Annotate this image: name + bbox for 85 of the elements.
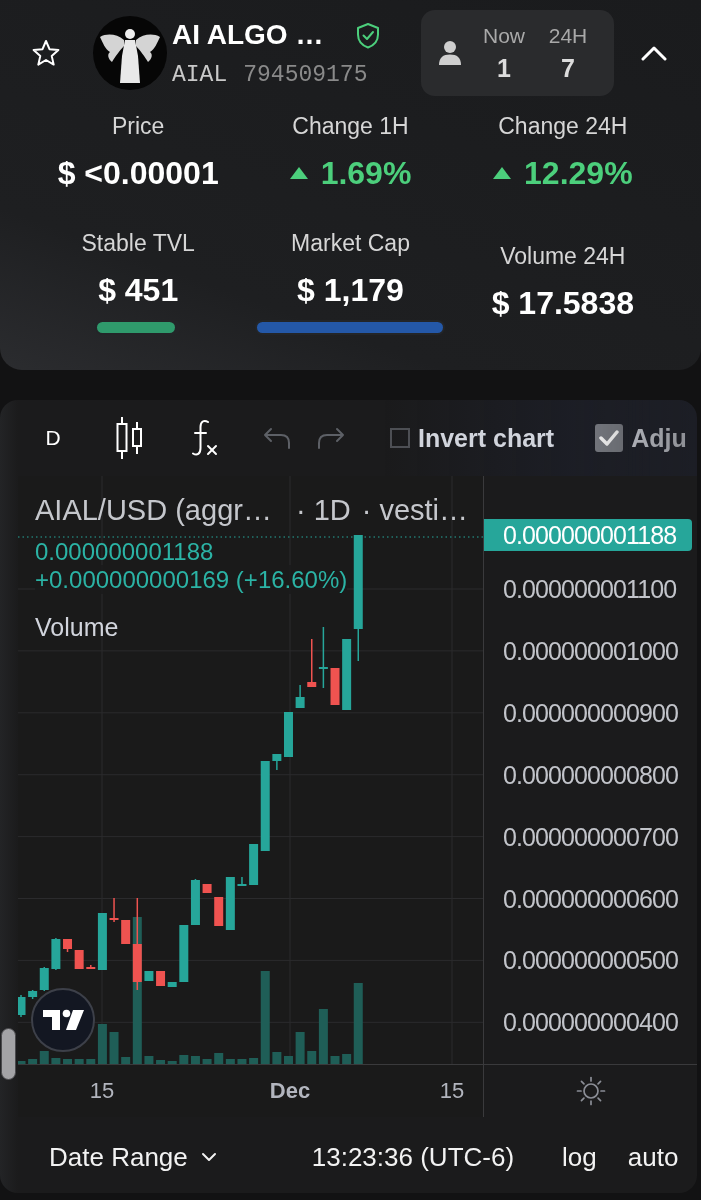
candle bbox=[109, 897, 119, 923]
symbol-label[interactable]: AIAL/USD (aggr… bbox=[35, 495, 272, 525]
time-axis-label: 15 bbox=[439, 1077, 465, 1105]
volume-bar bbox=[51, 1058, 61, 1064]
legend-change: +0.000000000169 (+16.60%) bbox=[35, 565, 348, 594]
candle bbox=[190, 878, 200, 926]
last-price-label: 0.000000001188 bbox=[484, 519, 692, 551]
candle bbox=[237, 876, 247, 887]
candle bbox=[51, 937, 61, 971]
star-icon[interactable] bbox=[32, 39, 60, 67]
chevron-up-icon[interactable] bbox=[641, 45, 667, 61]
volume-bar bbox=[272, 1052, 282, 1064]
candle bbox=[18, 994, 26, 1018]
study-label[interactable]: Volume bbox=[35, 613, 119, 642]
volume-bar bbox=[74, 1059, 84, 1064]
price-axis-label: 0.000000000700 bbox=[503, 821, 679, 852]
period-label: Now bbox=[483, 23, 525, 49]
checkbox[interactable] bbox=[390, 428, 410, 448]
stat-label: Price bbox=[111, 112, 165, 140]
price-axis-label: 0.000000000500 bbox=[503, 945, 679, 976]
price-axis-label: 0.000000001100 bbox=[503, 574, 677, 604]
source-label: · vesti… bbox=[361, 495, 469, 525]
legend-price: 0.000000001188 bbox=[35, 538, 214, 565]
time-axis-label: 15 bbox=[89, 1077, 115, 1105]
candle bbox=[179, 924, 189, 983]
token-symbol: AIAL bbox=[172, 61, 228, 89]
candle bbox=[74, 949, 84, 970]
period-label: 24H bbox=[548, 23, 588, 49]
chevron-down-icon bbox=[200, 1151, 217, 1162]
holder-count: 1 bbox=[497, 53, 511, 83]
volume-bar bbox=[284, 1056, 293, 1064]
candle bbox=[318, 626, 328, 689]
stat-label: Stable TVL bbox=[81, 229, 195, 257]
sun-icon[interactable] bbox=[575, 1076, 606, 1106]
candle bbox=[144, 970, 154, 982]
candle bbox=[307, 638, 317, 688]
person-icon bbox=[438, 40, 462, 66]
time-axis-label: Dec bbox=[269, 1077, 311, 1105]
candle bbox=[272, 753, 282, 771]
candle bbox=[295, 684, 305, 709]
stat-label: Change 24H bbox=[498, 112, 628, 140]
stat-label: Volume 24H bbox=[500, 242, 626, 270]
stat-value: $ 451 bbox=[98, 271, 179, 309]
stat-value: 1.69% bbox=[320, 154, 412, 192]
checkbox-label[interactable]: Invert chart bbox=[418, 423, 555, 453]
stat-value: $ 17.5838 bbox=[491, 284, 634, 322]
holder-count: 7 bbox=[561, 53, 575, 83]
winged-figure-icon bbox=[93, 16, 167, 90]
volume-bar bbox=[144, 1056, 154, 1064]
volume-bar bbox=[330, 1056, 340, 1064]
price-axis-label: 0.000000000400 bbox=[503, 1007, 679, 1038]
interval-label: · 1D bbox=[295, 495, 351, 525]
checkbox[interactable] bbox=[595, 424, 624, 452]
candlestick-icon[interactable] bbox=[116, 417, 144, 459]
volume-bar bbox=[237, 1059, 247, 1064]
price-axis-label: 0.000000000900 bbox=[503, 697, 679, 728]
token-id: 794509175 bbox=[243, 61, 368, 89]
price-axis-label: 0.000000000800 bbox=[503, 759, 679, 790]
stat-value: 12.29% bbox=[524, 154, 633, 192]
checkbox-label[interactable]: Adju bbox=[631, 423, 687, 453]
scroll-handle[interactable] bbox=[1, 1028, 16, 1080]
function-icon[interactable] bbox=[191, 419, 219, 457]
scale-button[interactable]: log bbox=[562, 1140, 597, 1173]
volume-bar bbox=[109, 1032, 119, 1064]
price-axis-label: 0.000000000600 bbox=[503, 883, 679, 914]
volume-bar bbox=[179, 1055, 189, 1064]
token-name: AI ALGO … bbox=[172, 18, 324, 52]
stat-value: $ 1,179 bbox=[297, 271, 404, 309]
date-range-button[interactable]: Date Range bbox=[49, 1140, 217, 1173]
volume-bar bbox=[202, 1059, 212, 1064]
interval-button[interactable]: D bbox=[27, 412, 79, 464]
price-axis-label: 0.000000001000 bbox=[503, 635, 679, 666]
stat-value: $ <0.00001 bbox=[57, 154, 219, 192]
time-zone-button[interactable]: 13:23:36 (UTC-6) bbox=[311, 1140, 515, 1173]
stat-label: Market Cap bbox=[291, 229, 410, 257]
candle bbox=[202, 883, 212, 894]
candle bbox=[284, 711, 293, 758]
candle bbox=[330, 667, 340, 706]
volume-bar bbox=[295, 1032, 305, 1064]
volume-bar bbox=[63, 1059, 72, 1064]
stat-label: Change 1H bbox=[292, 112, 409, 140]
logo-icon[interactable] bbox=[31, 988, 95, 1052]
candle bbox=[63, 938, 72, 953]
checkmark-icon bbox=[599, 430, 620, 446]
scale-button[interactable]: auto bbox=[627, 1140, 679, 1173]
